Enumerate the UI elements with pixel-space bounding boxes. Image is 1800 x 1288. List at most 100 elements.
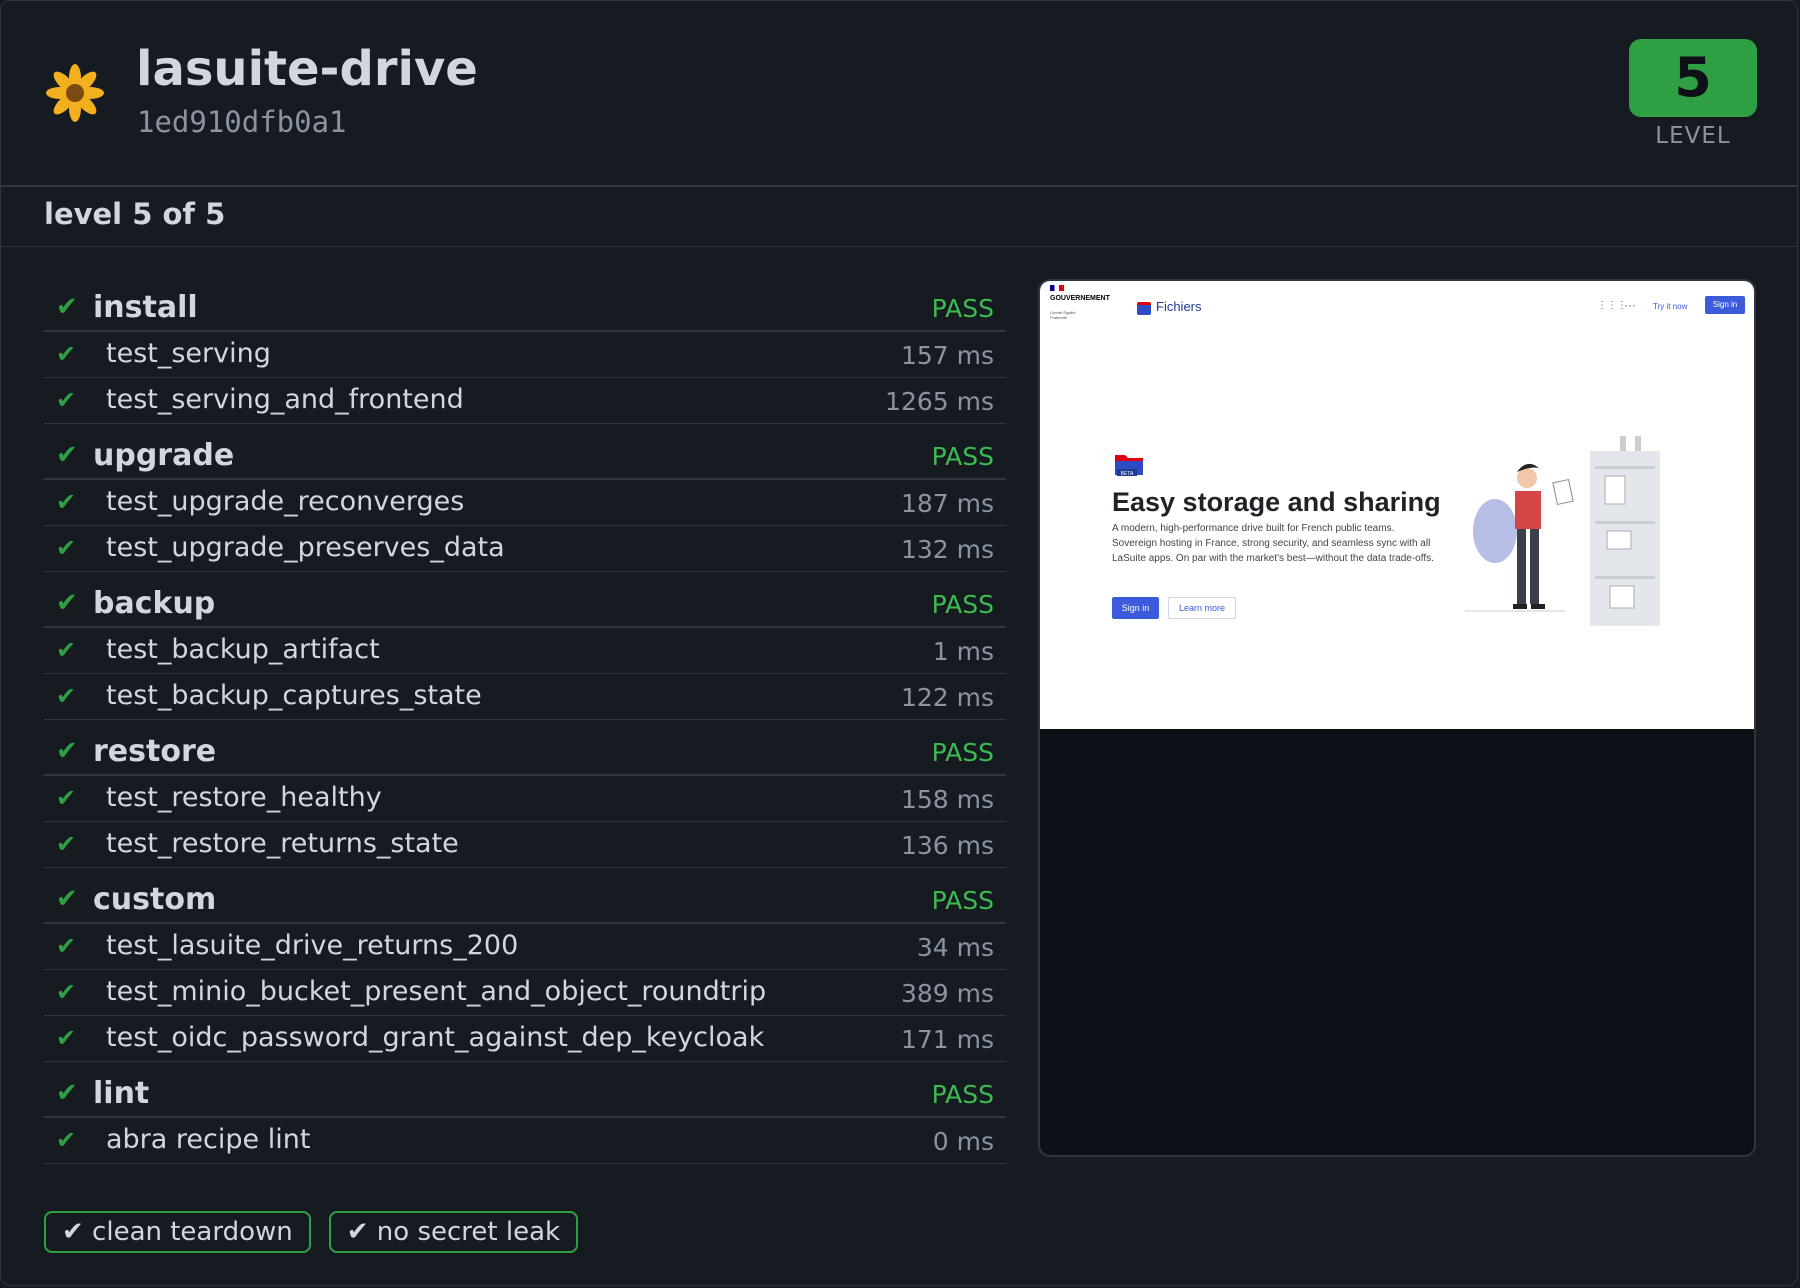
test-row: ✔ test_restore_returns_state 136 ms — [44, 822, 1006, 868]
beta-folder-icon: BETA — [1115, 455, 1143, 477]
test-duration: 122 ms — [900, 683, 994, 712]
group-name: restore — [93, 734, 217, 769]
check-icon: ✔ — [56, 636, 77, 664]
test-group-install: ✔ install PASS — [44, 286, 1006, 332]
check-icon: ✔ — [56, 1078, 78, 1108]
group-status: PASS — [931, 738, 994, 767]
test-name: test_restore_returns_state — [106, 828, 459, 859]
check-icon: ✔ — [56, 340, 77, 368]
learn-more-button[interactable]: Learn more — [1168, 597, 1236, 619]
test-duration: 34 ms — [916, 933, 994, 962]
gov-motto: Liberté Égalité Fraternité — [1050, 310, 1076, 320]
check-icon: ✔ — [56, 884, 78, 914]
test-name: test_oidc_password_grant_against_dep_key… — [106, 1022, 765, 1053]
group-status: PASS — [931, 886, 994, 915]
test-duration: 0 ms — [932, 1127, 994, 1156]
check-icon: ✔ — [56, 488, 77, 516]
sunflower-icon — [46, 64, 104, 122]
test-row: ✔ test_serving_and_frontend 1265 ms — [44, 378, 1006, 424]
test-row: ✔ test_upgrade_reconverges 187 ms — [44, 480, 1006, 526]
group-status: PASS — [931, 294, 994, 323]
test-name: test_serving_and_frontend — [106, 384, 464, 415]
folder-icon — [1137, 302, 1151, 315]
apps-grid-icon[interactable]: ⋮⋮⋮ — [1597, 301, 1627, 311]
test-group-custom: ✔ custom PASS — [44, 878, 1006, 924]
app-screenshot: GOUVERNEMENT Liberté Égalité Fraternité … — [1040, 281, 1754, 729]
test-row: ✔ test_backup_artifact 1 ms — [44, 628, 1006, 674]
test-name: test_upgrade_reconverges — [106, 486, 465, 517]
group-name: install — [93, 290, 198, 325]
chip-no-secret-leak: ✔ no secret leak — [328, 1211, 579, 1253]
check-icon: ✔ — [56, 1126, 77, 1154]
hero-signin-button[interactable]: Sign in — [1112, 597, 1159, 619]
commit-hash: 1ed910dfb0a1 — [137, 105, 347, 139]
french-flag-icon — [1050, 285, 1064, 291]
check-icon: ✔ — [56, 682, 77, 710]
check-icon: ✔ — [56, 588, 78, 618]
test-duration: 132 ms — [900, 535, 994, 564]
group-name: custom — [93, 882, 217, 917]
test-name: test_upgrade_preserves_data — [106, 532, 505, 563]
report-card: lasuite-drive 1ed910dfb0a1 5 LEVEL level… — [0, 0, 1798, 1286]
level-summary: level 5 of 5 — [44, 197, 226, 231]
hero-description: A modern, high-performance drive built f… — [1112, 523, 1434, 564]
test-row: ✔ test_restore_healthy 158 ms — [44, 776, 1006, 822]
app-screenshot-panel: GOUVERNEMENT Liberté Égalité Fraternité … — [1038, 279, 1756, 1157]
test-group-backup: ✔ backup PASS — [44, 582, 1006, 628]
check-icon: ✔ — [56, 1024, 77, 1052]
group-status: PASS — [931, 442, 994, 471]
test-row: ✔ test_lasuite_drive_returns_200 34 ms — [44, 924, 1006, 970]
check-icon: ✔ — [56, 978, 77, 1006]
check-icon: ✔ — [56, 534, 77, 562]
test-row: ✔ test_upgrade_preserves_data 132 ms — [44, 526, 1006, 572]
test-group-restore: ✔ restore PASS — [44, 730, 1006, 776]
check-icon: ✔ — [56, 830, 77, 858]
group-name: backup — [93, 586, 216, 621]
check-icon: ✔ — [56, 932, 77, 960]
test-row: ✔ abra recipe lint 0 ms — [44, 1118, 1006, 1164]
beta-label: BETA — [1121, 471, 1134, 477]
signin-top-button[interactable]: Sign in — [1705, 296, 1745, 314]
test-duration: 157 ms — [900, 341, 994, 370]
test-name: test_backup_captures_state — [106, 680, 482, 711]
test-duration: 171 ms — [900, 1025, 994, 1054]
check-icon: ✔ — [56, 736, 78, 766]
check-icon: ✔ — [56, 292, 78, 322]
level-label: LEVEL — [1655, 123, 1731, 149]
test-name: test_serving — [106, 338, 271, 369]
test-row: ✔ test_minio_bucket_present_and_object_ro… — [44, 970, 1006, 1016]
check-icon: ✔ — [56, 784, 77, 812]
test-duration: 158 ms — [900, 785, 994, 814]
test-name: test_backup_artifact — [106, 634, 380, 665]
gov-label: GOUVERNEMENT — [1050, 295, 1110, 302]
test-row: ✔ test_serving 157 ms — [44, 332, 1006, 378]
test-duration: 1265 ms — [885, 387, 994, 416]
test-name: test_lasuite_drive_returns_200 — [106, 930, 519, 961]
test-name: abra recipe lint — [106, 1124, 311, 1155]
test-results: ✔ install PASS ✔ test_serving 157 ms ✔ test_ser… — [44, 286, 1006, 1164]
check-icon: ✔ — [56, 440, 78, 470]
chip-clean-teardown: ✔ clean teardown — [44, 1211, 311, 1253]
extra-checks: ✔ clean teardown ✔ no secret leak — [44, 1211, 596, 1253]
test-duration: 136 ms — [900, 831, 994, 860]
hero-title: Easy storage and sharing — [1112, 487, 1441, 517]
group-name: upgrade — [93, 438, 235, 473]
test-group-upgrade: ✔ upgrade PASS — [44, 434, 1006, 480]
test-row: ✔ test_oidc_password_grant_against_dep_ke… — [44, 1016, 1006, 1062]
group-status: PASS — [931, 590, 994, 619]
level-summary-bar: level 5 of 5 — [1, 187, 1797, 247]
group-name: lint — [93, 1076, 150, 1111]
test-name: test_minio_bucket_present_and_object_rou… — [106, 976, 767, 1007]
check-icon: ✔ — [56, 386, 77, 414]
brand-name: Fichiers — [1156, 299, 1202, 314]
test-duration: 1 ms — [932, 637, 994, 666]
project-title: lasuite-drive — [136, 41, 478, 97]
more-icon[interactable]: ··· — [1624, 298, 1636, 312]
test-row: ✔ test_backup_captures_state 122 ms — [44, 674, 1006, 720]
test-group-lint: ✔ lint PASS — [44, 1072, 1006, 1118]
person-with-shelves-illustration — [1465, 436, 1660, 626]
test-duration: 187 ms — [900, 489, 994, 518]
test-name: test_restore_healthy — [106, 782, 382, 813]
try-it-now-link[interactable]: Try it now — [1653, 302, 1687, 311]
group-status: PASS — [931, 1080, 994, 1109]
